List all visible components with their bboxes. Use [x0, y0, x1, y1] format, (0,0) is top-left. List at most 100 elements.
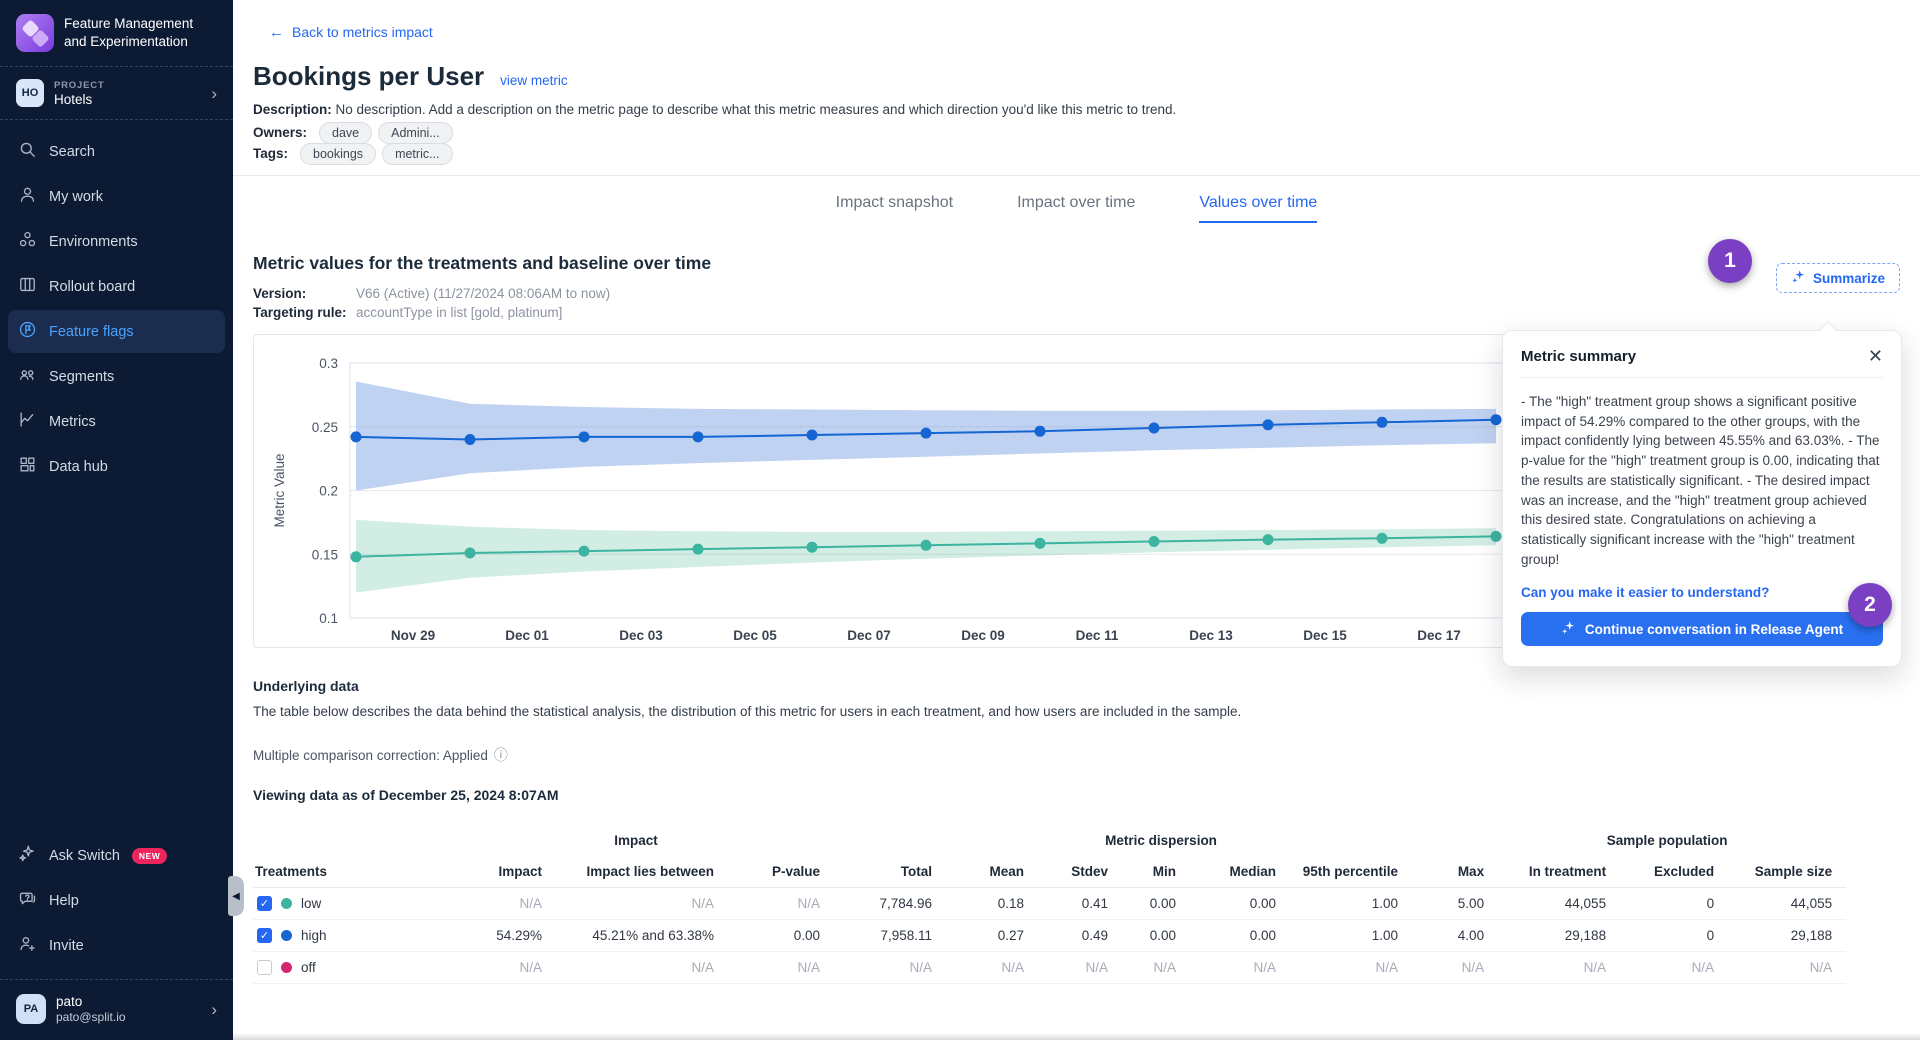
data-point-low[interactable]	[807, 542, 818, 553]
sidebar-item-rollout-board[interactable]: Rollout board	[8, 265, 225, 308]
data-point-high[interactable]	[465, 434, 476, 445]
easier-to-understand-link[interactable]: Can you make it easier to understand?	[1521, 585, 1883, 600]
data-point-low[interactable]	[1149, 536, 1160, 547]
table-cell: 29,188	[1728, 920, 1846, 952]
data-point-low[interactable]	[693, 544, 704, 555]
close-icon[interactable]: ✕	[1868, 347, 1883, 365]
column-header-in-treatment: In treatment	[1498, 856, 1620, 888]
x-tick-label: Dec 05	[733, 628, 777, 643]
data-point-high[interactable]	[1149, 423, 1160, 434]
data-point-high[interactable]	[921, 428, 932, 439]
sidebar-collapse-handle[interactable]: ◀	[228, 876, 244, 916]
summarize-button[interactable]: Summarize	[1776, 263, 1900, 293]
treatment-checkbox-low[interactable]: ✓	[257, 896, 272, 911]
data-point-low[interactable]	[1491, 531, 1502, 542]
project-name: Hotels	[54, 92, 104, 107]
data-point-high[interactable]	[1263, 419, 1274, 430]
data-point-low[interactable]	[1263, 534, 1274, 545]
tab-impact-over-time[interactable]: Impact over time	[1017, 194, 1135, 223]
data-point-low[interactable]	[1377, 533, 1388, 544]
sidebar-item-search[interactable]: Search	[8, 130, 225, 173]
sidebar-item-metrics[interactable]: Metrics	[8, 400, 225, 443]
main-content: ←Back to metrics impact Bookings per Use…	[233, 0, 1920, 1040]
segments-icon	[18, 365, 37, 388]
correction-row: Multiple comparison correction: Applied …	[253, 745, 1920, 765]
user-name: pato	[56, 994, 126, 1009]
info-icon[interactable]: ⓘ	[494, 745, 508, 765]
y-tick-label: 0.1	[319, 611, 338, 626]
column-header-max: Max	[1412, 856, 1498, 888]
chevron-right-icon[interactable]: ›	[211, 85, 223, 102]
table-cell: 29,188	[1498, 920, 1620, 952]
sparkles-icon	[1561, 620, 1576, 638]
data-point-high[interactable]	[1377, 417, 1388, 428]
search-icon	[18, 140, 37, 163]
app-logo-row[interactable]: Feature Management and Experimentation	[0, 0, 233, 66]
column-header-stdev: Stdev	[1038, 856, 1122, 888]
sidebar-item-label: Ask Switch	[49, 848, 120, 864]
sidebar-item-environments[interactable]: Environments	[8, 220, 225, 263]
sidebar-item-data-hub[interactable]: Data hub	[8, 445, 225, 488]
view-metric-link[interactable]: view metric	[500, 73, 568, 88]
table-row-low: ✓ low N/AN/AN/A7,784.960.180.410.000.001…	[253, 888, 1846, 920]
sidebar-item-help[interactable]: Help	[8, 879, 225, 922]
column-header-median: Median	[1190, 856, 1290, 888]
avatar: PA	[16, 994, 46, 1024]
table-cell: 0.00	[1122, 888, 1190, 920]
data-point-high[interactable]	[1035, 426, 1046, 437]
sidebar-item-label: Segments	[49, 369, 114, 385]
sidebar-item-label: Search	[49, 144, 95, 160]
data-point-high[interactable]	[807, 430, 818, 441]
data-point-low[interactable]	[579, 546, 590, 557]
tab-impact-snapshot[interactable]: Impact snapshot	[836, 194, 953, 223]
tab-values-over-time[interactable]: Values over time	[1199, 194, 1317, 223]
table-cell: 4.00	[1412, 920, 1498, 952]
data-point-low[interactable]	[351, 551, 362, 562]
sidebar-item-label: Environments	[49, 234, 138, 250]
data-point-low[interactable]	[1035, 538, 1046, 549]
table-cell: N/A	[556, 952, 728, 984]
sidebar-item-label: Data hub	[49, 459, 108, 475]
page-title: Bookings per User	[253, 61, 484, 92]
sidebar-item-ask-switch[interactable]: Ask Switch NEW	[8, 834, 225, 877]
data-point-high[interactable]	[1491, 414, 1502, 425]
tag-pill[interactable]: metric...	[382, 143, 452, 165]
owner-pill[interactable]: Admini...	[378, 122, 453, 144]
project-label: PROJECT	[54, 80, 104, 91]
continue-conversation-button[interactable]: Continue conversation in Release Agent	[1521, 612, 1883, 646]
column-header-min: Min	[1122, 856, 1190, 888]
treatment-checkbox-off[interactable]	[257, 960, 272, 975]
tag-pill[interactable]: bookings	[300, 143, 376, 165]
table-group-header-row: ImpactMetric dispersionSample population	[253, 825, 1846, 856]
sidebar-item-invite[interactable]: Invite	[8, 924, 225, 967]
back-link[interactable]: ←Back to metrics impact	[269, 24, 433, 40]
data-point-low[interactable]	[921, 540, 932, 551]
sidebar-item-my-work[interactable]: My work	[8, 175, 225, 218]
project-badge: HO	[16, 79, 44, 107]
data-point-high[interactable]	[351, 431, 362, 442]
project-switcher[interactable]: HO PROJECT Hotels ›	[0, 67, 233, 119]
description-line: Description: No description. Add a descr…	[253, 102, 1920, 117]
owner-pill[interactable]: dave	[319, 122, 372, 144]
data-point-high[interactable]	[579, 431, 590, 442]
user-menu[interactable]: PA pato pato@split.io ›	[0, 980, 233, 1040]
column-header-p-value: P-value	[728, 856, 834, 888]
chevron-right-icon[interactable]: ›	[211, 1001, 223, 1018]
popover-caret	[1818, 321, 1838, 341]
data-point-high[interactable]	[693, 431, 704, 442]
x-tick-label: Dec 01	[505, 628, 549, 643]
correction-text: Multiple comparison correction: Applied	[253, 748, 488, 763]
sidebar-item-segments[interactable]: Segments	[8, 355, 225, 398]
treatment-checkbox-high[interactable]: ✓	[257, 928, 272, 943]
group-header-sample-population: Sample population	[1498, 825, 1846, 856]
sidebar-item-feature-flags[interactable]: Feature flags	[8, 310, 225, 353]
column-header-impact: Impact	[448, 856, 556, 888]
table-cell: N/A	[1728, 952, 1846, 984]
x-tick-label: Dec 13	[1189, 628, 1233, 643]
data-point-low[interactable]	[465, 548, 476, 559]
viewing-data-text: Viewing data as of December 25, 2024 8:0…	[253, 787, 1920, 803]
table-cell: 0.00	[1190, 888, 1290, 920]
y-tick-label: 0.15	[312, 547, 338, 562]
column-header-95th-percentile: 95th percentile	[1290, 856, 1412, 888]
table-cell: 7,784.96	[834, 888, 946, 920]
